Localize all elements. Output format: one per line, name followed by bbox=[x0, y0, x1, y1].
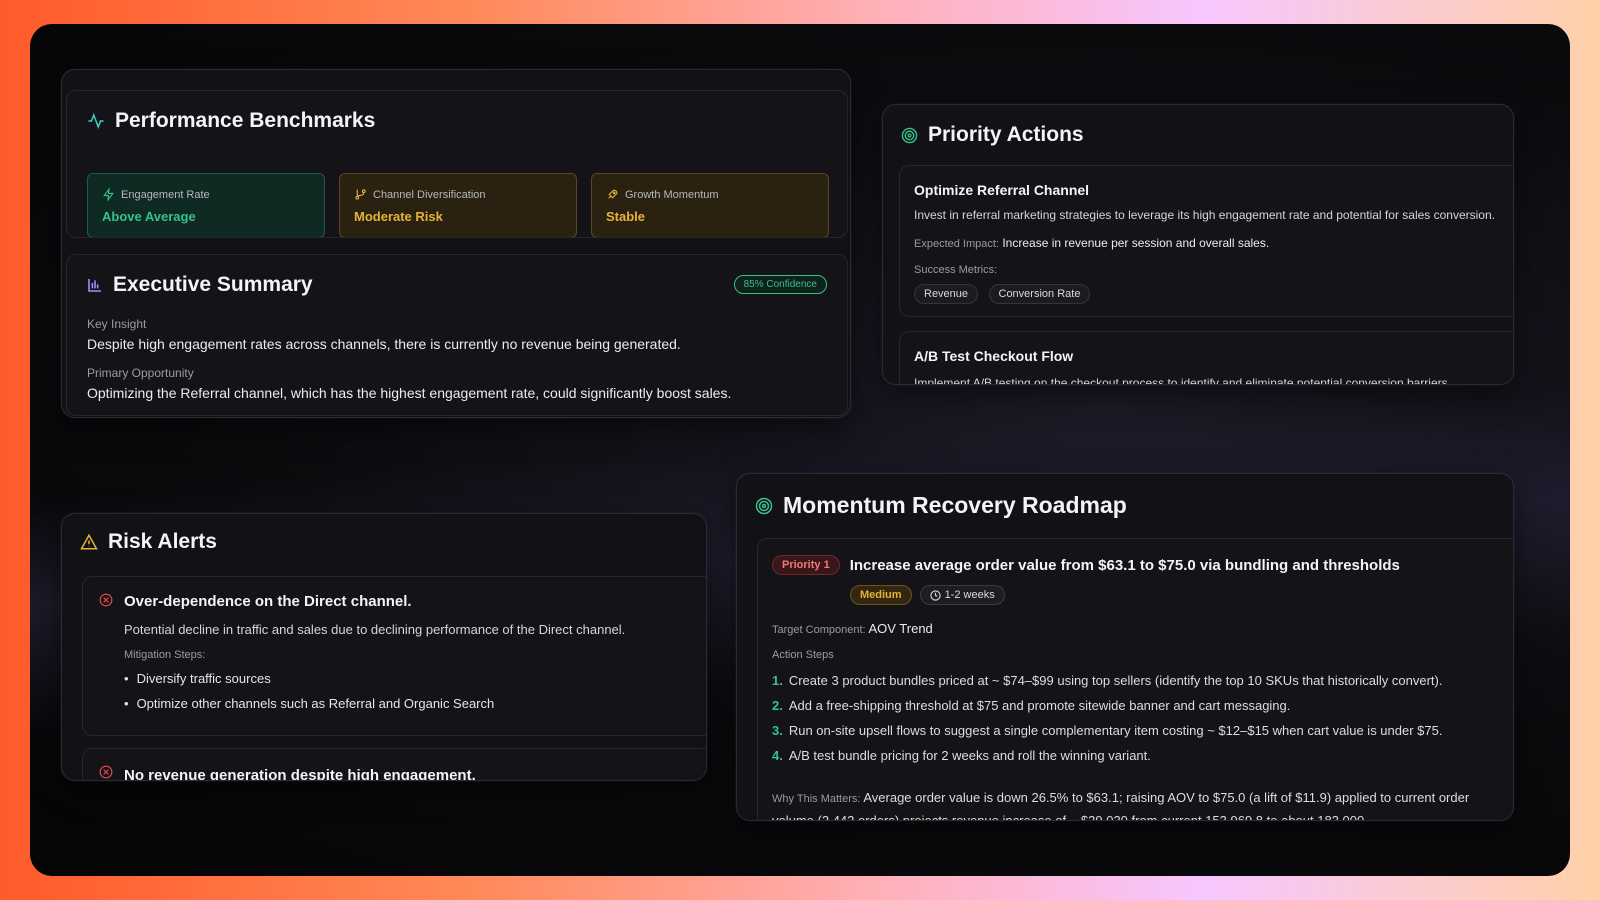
risk-alerts-card: Risk Alerts Over-dependence on the Direc… bbox=[61, 513, 707, 781]
benchmark-label: Engagement Rate bbox=[121, 188, 210, 201]
key-insight-label: Key Insight bbox=[87, 317, 147, 331]
opportunity-text: Optimizing the Referral channel, which h… bbox=[87, 385, 732, 401]
rocket-icon bbox=[606, 188, 619, 201]
benchmarks-panel: Performance Benchmarks Engagement Rate A… bbox=[66, 90, 848, 238]
risk-alert-title: No revenue generation despite high engag… bbox=[124, 767, 476, 781]
benchmarks-title: Performance Benchmarks bbox=[115, 109, 376, 132]
duration-badge: 1-2 weeks bbox=[919, 585, 1005, 605]
x-circle-icon bbox=[99, 593, 113, 607]
action-step: 3. Run on-site upsell flows to suggest a … bbox=[772, 723, 1443, 738]
summary-title: Executive Summary bbox=[113, 273, 313, 296]
effort-badge: Medium bbox=[850, 585, 912, 605]
priority-header: Priority Actions bbox=[901, 123, 1084, 147]
x-circle-icon bbox=[99, 765, 113, 779]
opportunity-label: Primary Opportunity bbox=[87, 366, 194, 380]
metrics-label: Success Metrics: bbox=[914, 264, 998, 276]
benchmark-engagement[interactable]: Engagement Rate Above Average bbox=[87, 173, 325, 237]
impact-label: Expected Impact: bbox=[914, 238, 999, 250]
action-steps-label: Action Steps bbox=[772, 649, 834, 661]
clock-icon bbox=[929, 589, 941, 601]
why-this-matters: Why This Matters: Average order value is… bbox=[772, 787, 1512, 821]
priority-badge: Priority 1 bbox=[772, 555, 840, 575]
benchmark-value: Moderate Risk bbox=[354, 209, 443, 224]
benchmarks-header: Performance Benchmarks bbox=[87, 109, 375, 133]
roadmap-item[interactable]: Priority 1 Increase average order value … bbox=[757, 538, 1513, 821]
why-text: Average order value is down 26.5% to $63… bbox=[772, 790, 1470, 821]
bolt-icon bbox=[102, 188, 115, 201]
action-step: 4. A/B test bundle pricing for 2 weeks an… bbox=[772, 748, 1151, 763]
target-label: Target Component: bbox=[772, 624, 866, 636]
priority-item-title: Optimize Referral Channel bbox=[914, 182, 1090, 198]
priority-item[interactable]: Optimize Referral Channel Invest in refe… bbox=[899, 165, 1513, 317]
risk-alert-item[interactable]: Over-dependence on the Direct channel. P… bbox=[82, 576, 706, 736]
benchmark-value: Stable bbox=[606, 209, 646, 224]
confidence-badge: 85% Confidence bbox=[733, 275, 827, 294]
metrics-tags: Revenue Conversion Rate bbox=[914, 284, 1495, 304]
benchmark-value: Above Average bbox=[102, 209, 196, 224]
priority-item-description: Invest in referral marketing strategies … bbox=[914, 208, 1495, 222]
priority-actions-card: Priority Actions Optimize Referral Chann… bbox=[882, 104, 1514, 385]
activity-icon bbox=[87, 112, 105, 130]
priority-title: Priority Actions bbox=[928, 123, 1084, 146]
executive-summary-panel: Executive Summary 85% Confidence Key Ins… bbox=[66, 254, 848, 416]
git-branch-icon bbox=[354, 188, 367, 201]
priority-item[interactable]: A/B Test Checkout Flow Implement A/B tes… bbox=[899, 331, 1513, 385]
risk-title: Risk Alerts bbox=[108, 530, 217, 553]
action-step: 1. Create 3 product bundles priced at ~ $… bbox=[772, 673, 1443, 688]
priority-item-title: A/B Test Checkout Flow bbox=[914, 348, 1074, 364]
metric-tag: Conversion Rate bbox=[988, 284, 1091, 304]
mitigation-label: Mitigation Steps: bbox=[124, 649, 206, 661]
roadmap-card: Momentum Recovery Roadmap Priority 1 Inc… bbox=[736, 473, 1514, 821]
risk-alert-title: Over-dependence on the Direct channel. bbox=[124, 593, 412, 610]
impact-text: Increase in revenue per session and over… bbox=[1002, 236, 1270, 250]
warning-icon bbox=[80, 533, 98, 551]
target-value: AOV Trend bbox=[868, 621, 933, 636]
benchmark-channel-diversification[interactable]: Channel Diversification Moderate Risk bbox=[339, 173, 577, 237]
risk-header: Risk Alerts bbox=[80, 530, 217, 554]
key-insight-text: Despite high engagement rates across cha… bbox=[87, 336, 681, 352]
action-step: 2. Add a free-shipping threshold at $75 a… bbox=[772, 698, 1291, 713]
performance-card: Performance Benchmarks Engagement Rate A… bbox=[61, 69, 851, 418]
benchmark-label: Channel Diversification bbox=[373, 188, 486, 201]
target-icon bbox=[901, 127, 918, 144]
mitigation-step: • Diversify traffic sources bbox=[124, 671, 271, 686]
roadmap-title: Momentum Recovery Roadmap bbox=[783, 492, 1127, 518]
metric-tag: Revenue bbox=[914, 284, 979, 304]
benchmark-growth-momentum[interactable]: Growth Momentum Stable bbox=[591, 173, 829, 237]
risk-alert-item[interactable]: No revenue generation despite high engag… bbox=[82, 748, 706, 781]
bar-chart-icon bbox=[87, 277, 103, 293]
priority-item-description: Implement A/B testing on the checkout pr… bbox=[914, 376, 1451, 385]
mitigation-step: • Optimize other channels such as Referra… bbox=[124, 696, 495, 711]
why-label: Why This Matters: bbox=[772, 793, 861, 805]
target-icon bbox=[755, 497, 773, 515]
roadmap-headline: Increase average order value from $63.1 … bbox=[849, 556, 1400, 574]
roadmap-header: Momentum Recovery Roadmap bbox=[755, 492, 1127, 519]
action-steps-list: 1. Create 3 product bundles priced at ~ $… bbox=[772, 673, 1442, 773]
benchmark-label: Growth Momentum bbox=[625, 188, 719, 201]
summary-header: Executive Summary bbox=[87, 273, 313, 297]
risk-alert-description: Potential decline in traffic and sales d… bbox=[124, 622, 626, 637]
